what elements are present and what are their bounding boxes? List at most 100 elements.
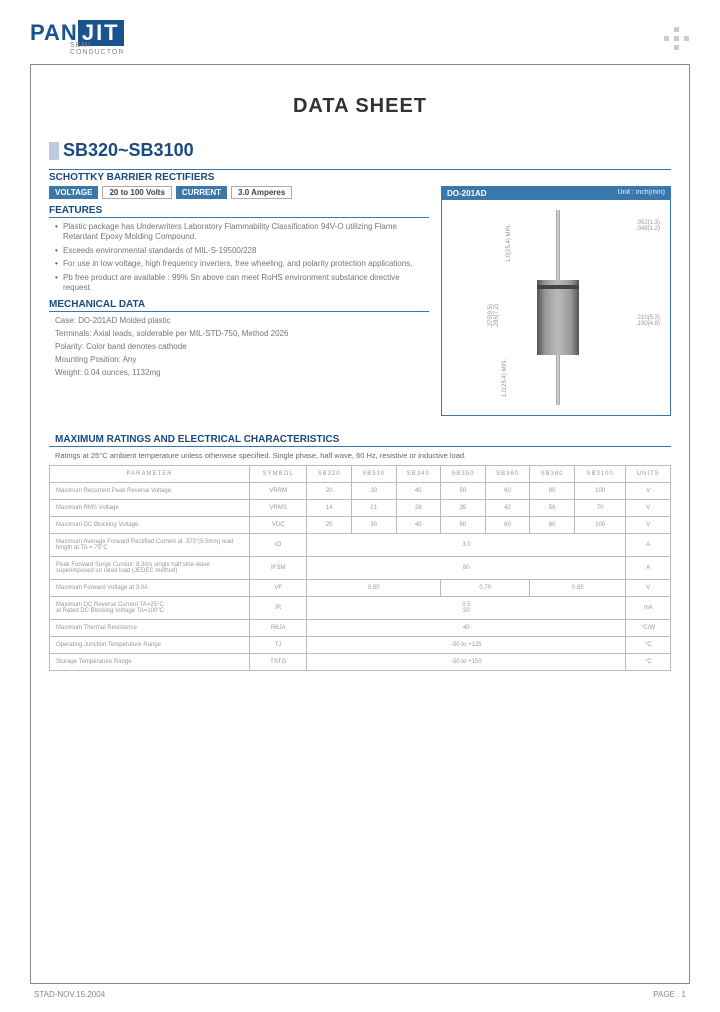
dim-lead-dia: .052(1.3) .048(1.2) (636, 220, 660, 232)
value-cell: 100 (574, 483, 626, 500)
dim-body-dia: .210(5.3) .190(4.8) (636, 315, 660, 327)
value-cell: 80 (530, 483, 575, 500)
symbol-cell: RθJA (250, 620, 307, 637)
unit-cell: °C (626, 654, 671, 671)
table-row: Maximum Forward Voltage at 3.0AVF0.500.7… (50, 580, 671, 597)
mech-weight: Weight: 0.04 ounces, 1132mg (49, 368, 429, 377)
table-row: Maximum DC Blocking VoltageVDC2030405060… (50, 517, 671, 534)
unit-cell: °C/W (626, 620, 671, 637)
package-drawing: DO-201AD Unit : inch(mm) .052(1.3) .048(… (441, 186, 671, 416)
value-cell-span: 0.5 20 (307, 597, 626, 620)
feature-item: For use in low voltage, high frequency i… (55, 259, 429, 269)
value-cell-span: 80 (307, 557, 626, 580)
left-column: VOLTAGE 20 to 100 Volts CURRENT 3.0 Ampe… (49, 186, 429, 416)
table-row: Maximum Thermal ResistanceRθJA40°C/W (50, 620, 671, 637)
symbol-cell: VDC (250, 517, 307, 534)
lead-bottom (556, 355, 560, 405)
symbol-cell: IFSM (250, 557, 307, 580)
unit-cell: °C (626, 637, 671, 654)
accent-bar-icon (49, 142, 59, 160)
page-footer: STAD-NOV.15.2004 PAGE . 1 (30, 990, 690, 999)
value-cell-span: -50 to +125 (307, 637, 626, 654)
dim-lead-len-bot: 1.0(25.4) MIN. (502, 359, 508, 397)
dim-lead-len-top: 1.0(25.4) MIN. (506, 224, 512, 262)
footer-page: PAGE . 1 (653, 990, 686, 999)
table-row: Storage Temperature RangeTSTG-50 to +150… (50, 654, 671, 671)
diode-body (537, 280, 579, 355)
value-cell: 0.50 (307, 580, 441, 597)
table-header-cell: SB3100 (574, 466, 626, 483)
features-list: Plastic package has Underwriters Laborat… (49, 222, 429, 293)
unit-cell: V (626, 517, 671, 534)
mech-case: Case: DO-201AD Molded plastic (49, 316, 429, 325)
mechanical-header: MECHANICAL DATA (49, 299, 429, 312)
mech-polarity: Polarity: Color band denotes cathode (49, 342, 429, 351)
symbol-cell: TJ (250, 637, 307, 654)
page-header: PAN JIT SEMI CONDUCTOR (30, 20, 690, 56)
value-cell: 60 (485, 483, 530, 500)
rating-pill-row: VOLTAGE 20 to 100 Volts CURRENT 3.0 Ampe… (49, 186, 429, 199)
value-cell: 30 (351, 517, 396, 534)
features-header: FEATURES (49, 205, 429, 218)
table-row: Maximum DC Reverse Current TA=25°C at Ra… (50, 597, 671, 620)
table-header-cell: SYMBOL (250, 466, 307, 483)
footer-date: STAD-NOV.15.2004 (34, 990, 105, 999)
feature-item: Pb free product are available : 99% Sn a… (55, 273, 429, 294)
value-cell: 50 (441, 517, 486, 534)
symbol-cell: VRMS (250, 500, 307, 517)
value-cell: 28 (396, 500, 441, 517)
value-cell: 20 (307, 517, 352, 534)
current-value: 3.0 Amperes (231, 186, 292, 199)
unit-cell: V (626, 580, 671, 597)
value-cell: 50 (441, 483, 486, 500)
value-cell: 42 (485, 500, 530, 517)
part-number-row: SB320~SB3100 (49, 140, 671, 161)
voltage-label: VOLTAGE (49, 186, 98, 199)
mech-mounting: Mounting Position: Any (49, 355, 429, 364)
part-number: SB320~SB3100 (63, 140, 194, 161)
value-cell: 70 (574, 500, 626, 517)
logo-block: PAN JIT SEMI CONDUCTOR (30, 20, 124, 56)
dim-body-len: .375(9.5) .285(7.2) (488, 304, 500, 328)
value-cell: 35 (441, 500, 486, 517)
unit-cell: A (626, 557, 671, 580)
unit-cell: V (626, 483, 671, 500)
param-cell: Maximum DC Blocking Voltage (50, 517, 250, 534)
ratings-title: MAXIMUM RATINGS AND ELECTRICAL CHARACTER… (49, 434, 671, 447)
value-cell-span: -50 to +150 (307, 654, 626, 671)
param-cell: Maximum Recurrent Peak Reverse Voltage (50, 483, 250, 500)
table-header-cell: SB380 (530, 466, 575, 483)
mech-terminals: Terminals: Axial leads, solderable per M… (49, 329, 429, 338)
table-row: Maximum Average Forward Rectified Curren… (50, 534, 671, 557)
unit-cell: mA (626, 597, 671, 620)
symbol-cell: IO (250, 534, 307, 557)
table-header-cell: PARAMETER (50, 466, 250, 483)
table-row: Operating Junction Temperature RangeTJ-5… (50, 637, 671, 654)
value-cell: 60 (485, 517, 530, 534)
value-cell-span: 40 (307, 620, 626, 637)
table-header-cell: SB320 (307, 466, 352, 483)
table-header-cell: SB360 (485, 466, 530, 483)
param-cell: Operating Junction Temperature Range (50, 637, 250, 654)
value-cell: 40 (396, 483, 441, 500)
param-cell: Storage Temperature Range (50, 654, 250, 671)
value-cell: 30 (351, 483, 396, 500)
diode-diagram: .052(1.3) .048(1.2) 1.0(25.4) MIN. .375(… (442, 200, 670, 405)
value-cell: 40 (396, 517, 441, 534)
param-cell: Maximum DC Reverse Current TA=25°C at Ra… (50, 597, 250, 620)
table-row: Maximum Recurrent Peak Reverse VoltageVR… (50, 483, 671, 500)
unit-cell: V (626, 500, 671, 517)
ratings-table: PARAMETERSYMBOLSB320SB330SB340SB350SB360… (49, 465, 671, 671)
feature-item: Exceeds environmental standards of MIL-S… (55, 246, 429, 256)
value-cell: 14 (307, 500, 352, 517)
param-cell: Maximum Average Forward Rectified Curren… (50, 534, 250, 557)
value-cell: 100 (574, 517, 626, 534)
current-label: CURRENT (176, 186, 227, 199)
value-cell: 21 (351, 500, 396, 517)
value-cell: 0.70 (441, 580, 530, 597)
package-title: DO-201AD (447, 189, 487, 198)
voltage-value: 20 to 100 Volts (102, 186, 171, 199)
table-header-cell: UNITS (626, 466, 671, 483)
mechanical-list: Case: DO-201AD Molded plastic Terminals:… (49, 316, 429, 377)
package-outline-box: DO-201AD Unit : inch(mm) .052(1.3) .048(… (441, 186, 671, 416)
